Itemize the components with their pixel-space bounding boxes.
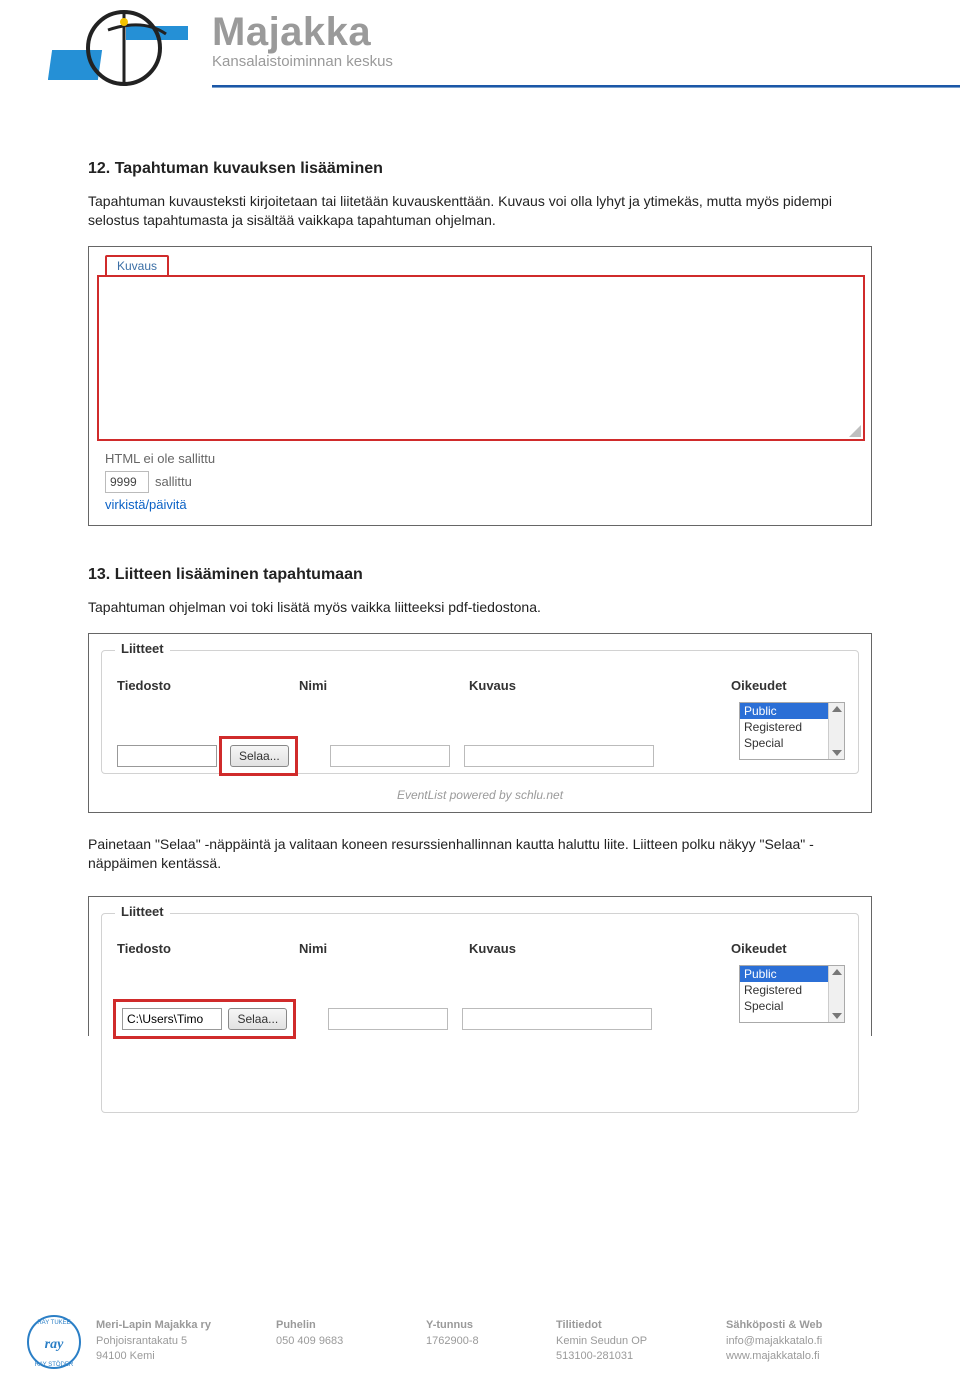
col-oikeudet: Oikeudet [731, 678, 871, 693]
footer-col-web: Sähköposti & Web info@majakkatalo.fi www… [726, 1318, 906, 1364]
kuvaus-textarea[interactable] [97, 275, 865, 441]
footer-col-ytunnus: Y-tunnus 1762900-8 [426, 1318, 556, 1364]
col-tiedosto: Tiedosto [89, 678, 299, 693]
footer-phone: 050 409 9683 [276, 1334, 404, 1349]
brand-title: Majakka [212, 10, 393, 55]
footer-tili2: 513100-281031 [556, 1349, 704, 1364]
col-nimi: Nimi [299, 678, 469, 693]
footer-org-name: Meri-Lapin Majakka ry [96, 1318, 254, 1333]
svg-text:RAY TUKEE: RAY TUKEE [37, 1320, 70, 1326]
attachment-name-input[interactable] [330, 745, 450, 767]
col-kuvaus: Kuvaus [469, 678, 731, 693]
file-row-highlight: Selaa... [113, 999, 296, 1039]
section-13-body1: Tapahtuman ohjelman voi toki lisätä myös… [88, 598, 872, 617]
attachment-name-input-2[interactable] [328, 1008, 448, 1030]
footer-col-phone: Puhelin 050 409 9683 [276, 1318, 426, 1364]
page-header: Majakka Kansalaistoiminnan keskus [0, 0, 960, 30]
char-count-label: sallittu [155, 474, 192, 489]
svg-text:RAY STÖDER: RAY STÖDER [35, 1361, 74, 1368]
col-oikeudet-2: Oikeudet [731, 941, 871, 956]
brand-text: Majakka Kansalaistoiminnan keskus [212, 10, 393, 70]
browse-button-2[interactable]: Selaa... [228, 1008, 287, 1030]
liitteet-legend-2: Liitteet [115, 904, 170, 919]
footer-col-tili: Tilitiedot Kemin Seudun OP 513100-281031 [556, 1318, 726, 1364]
logo [48, 8, 198, 88]
screenshot-kuvaus-editor: Kuvaus HTML ei ole sallittu sallittu vir… [88, 246, 872, 526]
ray-badge-icon: ray RAY TUKEE RAY STÖDER [24, 1312, 84, 1372]
section-12-heading: 12. Tapahtuman kuvauksen lisääminen [88, 160, 872, 178]
attachment-desc-input[interactable] [464, 745, 654, 767]
footer-addr1: Pohjoisrantakatu 5 [96, 1334, 254, 1349]
char-count-input[interactable] [105, 471, 149, 493]
footer-tili1: Kemin Seudun OP [556, 1334, 704, 1349]
footer-tili-h: Tilitiedot [556, 1318, 704, 1333]
html-not-allowed-label: HTML ei ole sallittu [105, 451, 215, 466]
footer-web-h: Sähköposti & Web [726, 1318, 884, 1333]
footer-phone-h: Puhelin [276, 1318, 404, 1333]
selaa-highlight: Selaa... [219, 736, 298, 776]
footer-yt-h: Y-tunnus [426, 1318, 534, 1333]
page-footer: ray RAY TUKEE RAY STÖDER Meri-Lapin Maja… [0, 1312, 960, 1368]
section-13-heading: 13. Liitteen lisääminen tapahtumaan [88, 566, 872, 584]
header-divider [212, 85, 960, 88]
screenshot-liitteet-filled: Liitteet Tiedosto Nimi Kuvaus Oikeudet P… [88, 896, 872, 1036]
attachment-desc-input-2[interactable] [462, 1008, 652, 1030]
col-kuvaus-2: Kuvaus [469, 941, 731, 956]
footer-url: www.majakkatalo.fi [726, 1349, 884, 1364]
kuvaus-tab[interactable]: Kuvaus [105, 255, 169, 277]
footer-email: info@majakkatalo.fi [726, 1334, 884, 1349]
file-path-input[interactable] [117, 745, 217, 767]
section-12-body: Tapahtuman kuvausteksti kirjoitetaan tai… [88, 192, 872, 230]
col-nimi-2: Nimi [299, 941, 469, 956]
footer-yt: 1762900-8 [426, 1334, 534, 1349]
liitteet-legend: Liitteet [115, 641, 170, 656]
col-tiedosto-2: Tiedosto [89, 941, 299, 956]
file-path-input-2[interactable] [122, 1008, 222, 1030]
footer-col-org: Meri-Lapin Majakka ry Pohjoisrantakatu 5… [96, 1318, 276, 1364]
footer-addr2: 94100 Kemi [96, 1349, 254, 1364]
browse-button[interactable]: Selaa... [230, 745, 289, 767]
powered-by-label: EventList powered by schlu.net [89, 788, 871, 802]
screenshot-liitteet-empty: Liitteet Tiedosto Nimi Kuvaus Oikeudet P… [88, 633, 872, 813]
svg-text:ray: ray [45, 1337, 64, 1352]
refresh-link[interactable]: virkistä/päivitä [105, 497, 187, 512]
section-13-body2: Painetaan "Selaa" -näppäintä ja valitaan… [88, 835, 872, 873]
resize-handle-icon[interactable] [847, 423, 861, 437]
brand-subtitle: Kansalaistoiminnan keskus [212, 53, 393, 70]
